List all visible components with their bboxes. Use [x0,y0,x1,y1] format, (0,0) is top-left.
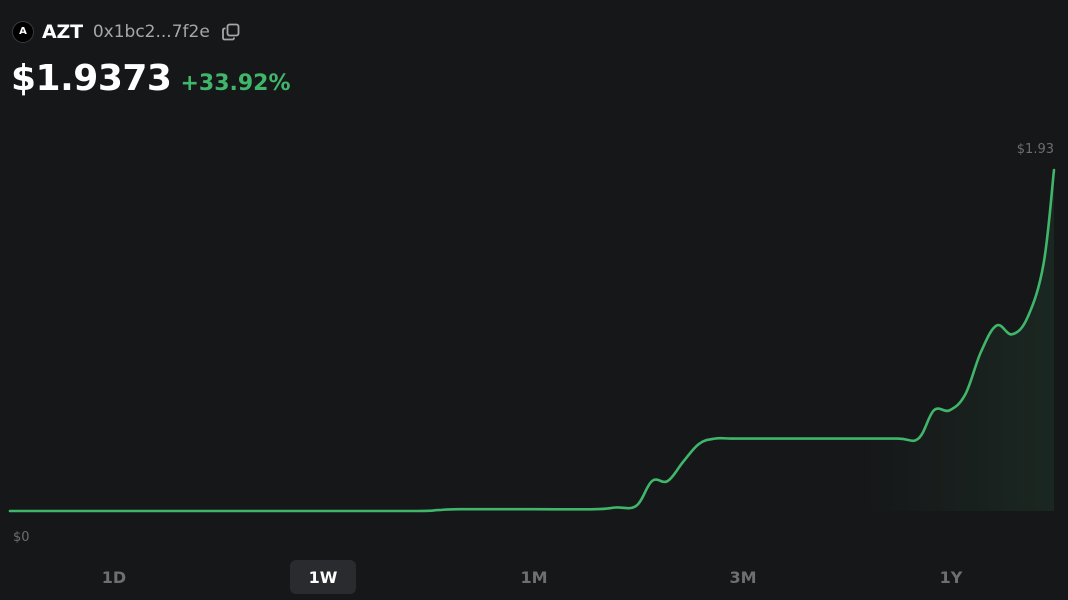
y-min-label: $0 [13,530,30,545]
y-max-label: $1.93 [1017,142,1054,157]
price-chart[interactable]: $1.93 $0 [0,0,1068,600]
range-tab-3m[interactable]: 3M [710,560,776,594]
time-range-selector: 1D 1W 1M 3M 1Y [0,560,1068,594]
range-tab-1d[interactable]: 1D [81,560,147,594]
price-area [10,170,1054,512]
range-tab-1y[interactable]: 1Y [918,560,984,594]
range-tab-1m[interactable]: 1M [501,560,567,594]
range-tab-1w[interactable]: 1W [290,560,356,594]
